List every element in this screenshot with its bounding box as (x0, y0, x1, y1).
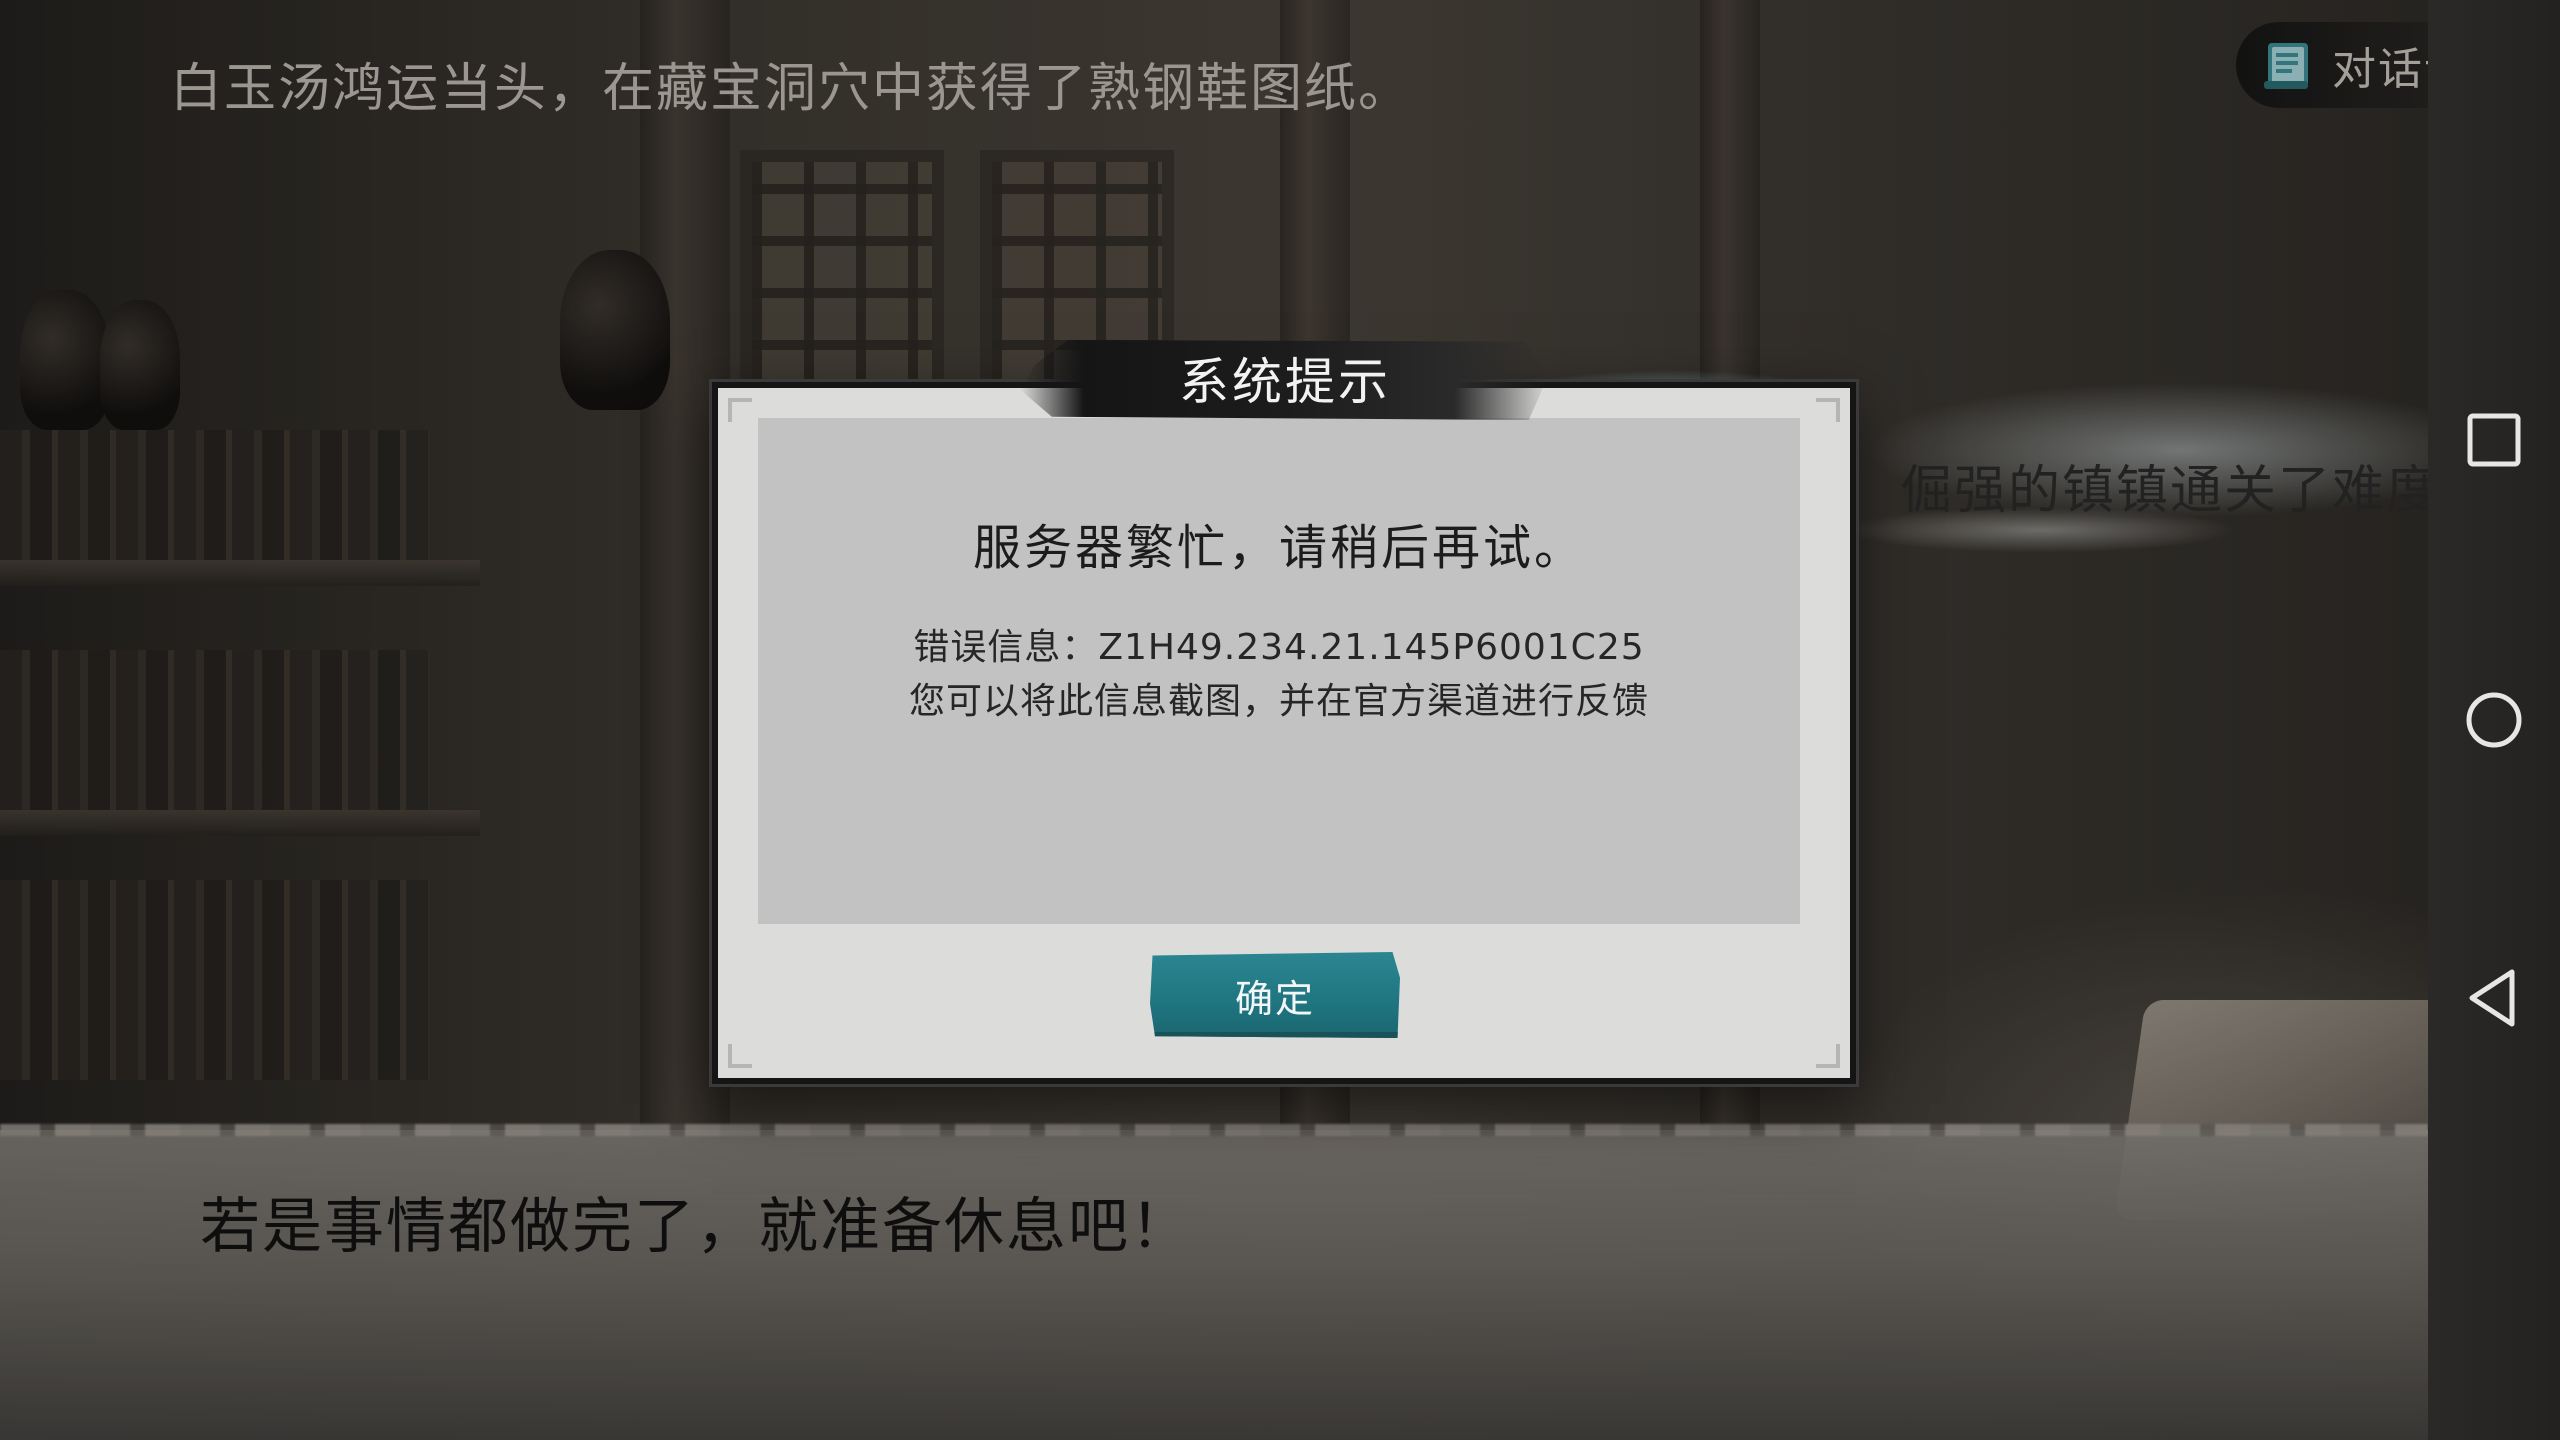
recents-icon[interactable] (2464, 410, 2524, 470)
dialog-message: 服务器繁忙，请稍后再试。 (972, 520, 1585, 576)
dialog-error-info: 错误信息：Z1H49.234.21.145P6001C25 (913, 627, 1645, 668)
home-icon[interactable] (2464, 690, 2524, 750)
dialog-hint: 您可以将此信息截图，并在官方渠道进行反馈 (908, 681, 1649, 722)
game-screen: 倔强的镇镇通关了难度1魔 白玉汤鸿运当头，在藏宝洞穴中获得了熟钢鞋图纸。 对话记… (0, 0, 2560, 1440)
confirm-button[interactable]: 确定 (1150, 952, 1400, 1038)
corner-ornament (1816, 398, 1840, 422)
dialog-title: 系统提示 (1179, 353, 1391, 411)
dialog-content-area: 服务器繁忙，请稍后再试。 错误信息：Z1H49.234.21.145P6001C… (758, 418, 1800, 924)
system-nav-bar (2428, 0, 2560, 1440)
corner-ornament (728, 398, 752, 422)
back-icon[interactable] (2464, 968, 2524, 1028)
corner-ornament (1816, 1044, 1840, 1068)
corner-ornament (728, 1044, 752, 1068)
